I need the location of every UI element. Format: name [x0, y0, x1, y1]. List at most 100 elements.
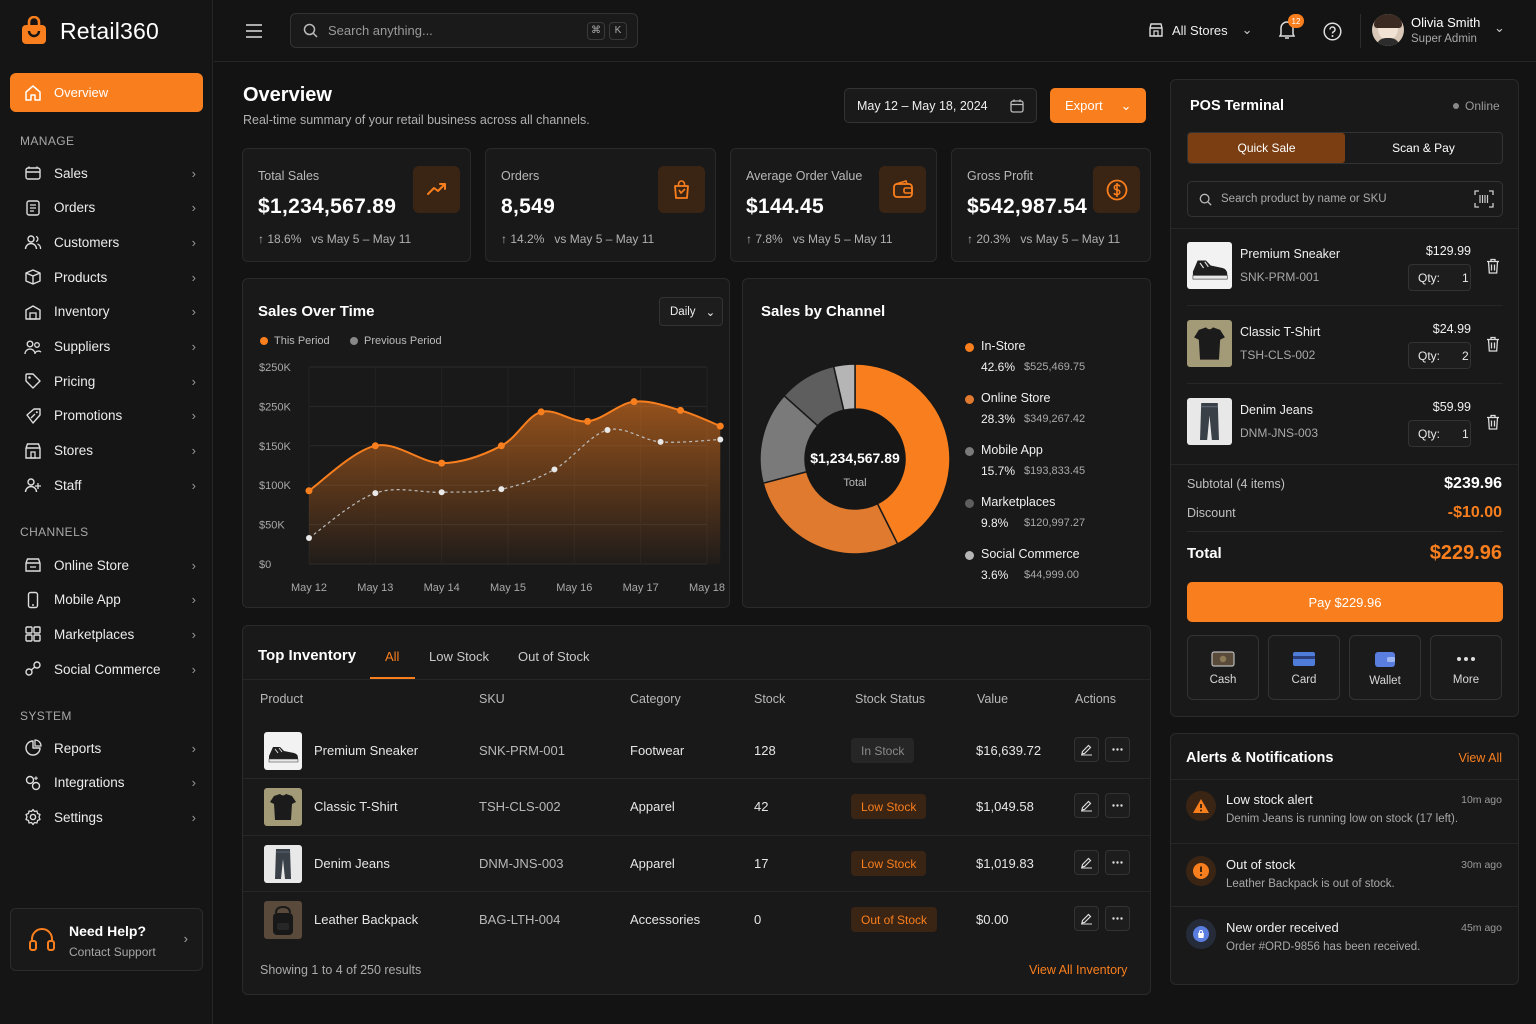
chevron-down-icon: ⌄ — [1120, 97, 1132, 113]
quantity-stepper[interactable]: Qty: 1 — [1408, 264, 1471, 291]
tab-low-stock[interactable]: Low Stock — [429, 649, 489, 664]
more-actions-button[interactable] — [1105, 906, 1130, 931]
sidebar-item-label: Customers — [54, 234, 120, 250]
export-button[interactable]: Export ⌄ — [1050, 88, 1146, 123]
previous-period-point — [604, 427, 611, 434]
tab-quick-sale[interactable]: Quick Sale — [1188, 133, 1345, 163]
divider — [243, 679, 1150, 680]
calendar-icon — [1010, 99, 1024, 113]
social-commerce-icon — [25, 661, 41, 676]
sidebar-item-stores[interactable]: Stores › — [24, 439, 196, 463]
card-payment-button[interactable]: Card — [1268, 635, 1340, 700]
tab-out-of-stock[interactable]: Out of Stock — [518, 649, 590, 664]
more-actions-button[interactable] — [1105, 850, 1130, 875]
tab-all[interactable]: All — [385, 649, 399, 664]
legend-label: Previous Period — [364, 335, 442, 347]
more-actions-button[interactable] — [1105, 793, 1130, 818]
column-header: Actions — [1075, 692, 1116, 706]
stock-cell: 0 — [754, 912, 762, 927]
tab-scan-pay[interactable]: Scan & Pay — [1345, 133, 1502, 163]
pricing-icon — [25, 373, 41, 389]
date-range-picker[interactable]: May 12 – May 18, 2024 — [844, 88, 1037, 123]
divider — [243, 891, 1150, 892]
sidebar-item-orders[interactable]: Orders › — [24, 196, 196, 220]
view-all-alerts-link[interactable]: View All — [1458, 751, 1502, 765]
store-selector[interactable]: All Stores ⌄ — [1148, 22, 1253, 38]
shopping-bag-icon — [658, 166, 705, 213]
legend-percent: 9.8% — [981, 516, 1009, 530]
delete-item-button[interactable] — [1486, 336, 1500, 352]
sidebar-item-online-store[interactable]: Online Store › — [24, 553, 196, 577]
sidebar-item-promotions[interactable]: Promotions › — [24, 404, 196, 428]
divider — [1171, 906, 1518, 907]
sidebar-item-sales[interactable]: Sales › — [24, 161, 196, 185]
delete-item-button[interactable] — [1486, 414, 1500, 430]
delta-value: 18.6% — [267, 232, 302, 246]
legend-percent: 28.3% — [981, 412, 1016, 426]
stock-cell: 42 — [754, 799, 769, 814]
sidebar-item-suppliers[interactable]: Suppliers › — [24, 335, 196, 359]
edit-button[interactable] — [1074, 850, 1099, 875]
sidebar-item-settings[interactable]: Settings › — [24, 805, 196, 829]
view-all-inventory-link[interactable]: View All Inventory — [1029, 963, 1127, 977]
delete-item-button[interactable] — [1486, 258, 1500, 274]
divider — [1171, 228, 1518, 229]
sidebar-item-integrations[interactable]: Integrations › — [24, 771, 196, 795]
quantity-stepper[interactable]: Qty: 2 — [1408, 342, 1471, 369]
total-label: Total — [1187, 545, 1222, 562]
sales-over-time-card: Sales Over Time Daily ⌄ This Period Previ… — [242, 278, 730, 608]
reports-icon — [25, 739, 42, 756]
menu-icon[interactable] — [246, 24, 262, 38]
sidebar-item-inventory[interactable]: Inventory › — [24, 300, 196, 324]
subtotal-label: Subtotal (4 items) — [1187, 477, 1285, 491]
alert-title: Out of stock — [1226, 857, 1296, 872]
quantity-stepper[interactable]: Qty: 1 — [1408, 420, 1471, 447]
pos-item-price: $129.99 — [1425, 244, 1471, 258]
notification-badge: 12 — [1288, 14, 1304, 28]
help-circle-icon[interactable] — [1323, 22, 1342, 41]
edit-button[interactable] — [1074, 906, 1099, 931]
brand-logo[interactable]: Retail360 — [20, 16, 159, 46]
previous-period-point — [438, 489, 445, 496]
chevron-right-icon: › — [191, 775, 196, 791]
y-tick-label: $250K — [259, 401, 291, 413]
help-subtitle: Contact Support — [69, 945, 156, 959]
sidebar-item-pricing[interactable]: Pricing › — [24, 369, 196, 393]
alert-message: Denim Jeans is running low on stock (17 … — [1226, 813, 1459, 825]
divider — [1171, 464, 1518, 465]
sidebar-item-staff[interactable]: Staff › — [24, 473, 196, 497]
notifications-button[interactable]: 12 — [1278, 14, 1304, 40]
sidebar-item-products[interactable]: Products › — [24, 265, 196, 289]
page-title: Overview — [243, 84, 332, 106]
sidebar-item-customers[interactable]: Customers › — [24, 230, 196, 254]
period-select[interactable]: Daily ⌄ — [659, 297, 723, 326]
product-thumbnail — [264, 845, 302, 883]
edit-button[interactable] — [1074, 793, 1099, 818]
out-of-stock-icon — [1186, 856, 1216, 886]
arrow-up-icon: ↑ — [258, 232, 268, 246]
alert-title: Low stock alert — [1226, 792, 1313, 807]
sidebar-item-social-commerce[interactable]: Social Commerce › — [24, 657, 196, 681]
user-name: Olivia Smith — [1411, 15, 1481, 30]
more-payment-button[interactable]: More — [1430, 635, 1502, 700]
more-actions-button[interactable] — [1105, 737, 1130, 762]
barcode-scan-icon[interactable] — [1474, 190, 1494, 208]
sidebar-item-reports[interactable]: Reports › — [24, 736, 196, 760]
pos-product-search[interactable]: Search product by name or SKU — [1187, 181, 1503, 217]
wallet-payment-button[interactable]: Wallet — [1349, 635, 1421, 700]
chevron-right-icon: › — [191, 200, 196, 216]
global-search[interactable]: Search anything... ⌘ K — [290, 13, 638, 48]
pay-button[interactable]: Pay $229.96 — [1187, 582, 1503, 622]
cash-payment-button[interactable]: Cash — [1187, 635, 1259, 700]
sidebar-item-overview[interactable]: Overview — [10, 73, 203, 112]
chevron-right-icon: › — [191, 740, 196, 756]
avatar[interactable] — [1372, 14, 1404, 46]
sidebar-item-marketplaces[interactable]: Marketplaces › — [24, 622, 196, 646]
product-name: Denim Jeans — [314, 856, 390, 871]
user-menu-chevron-icon[interactable]: ⌄ — [1494, 20, 1505, 36]
discount-label: Discount — [1187, 506, 1236, 520]
sidebar-item-mobile-app[interactable]: Mobile App › — [24, 588, 196, 612]
alert-title: New order received — [1226, 920, 1339, 935]
edit-button[interactable] — [1074, 737, 1099, 762]
help-card[interactable]: Need Help? Contact Support › — [10, 908, 203, 971]
